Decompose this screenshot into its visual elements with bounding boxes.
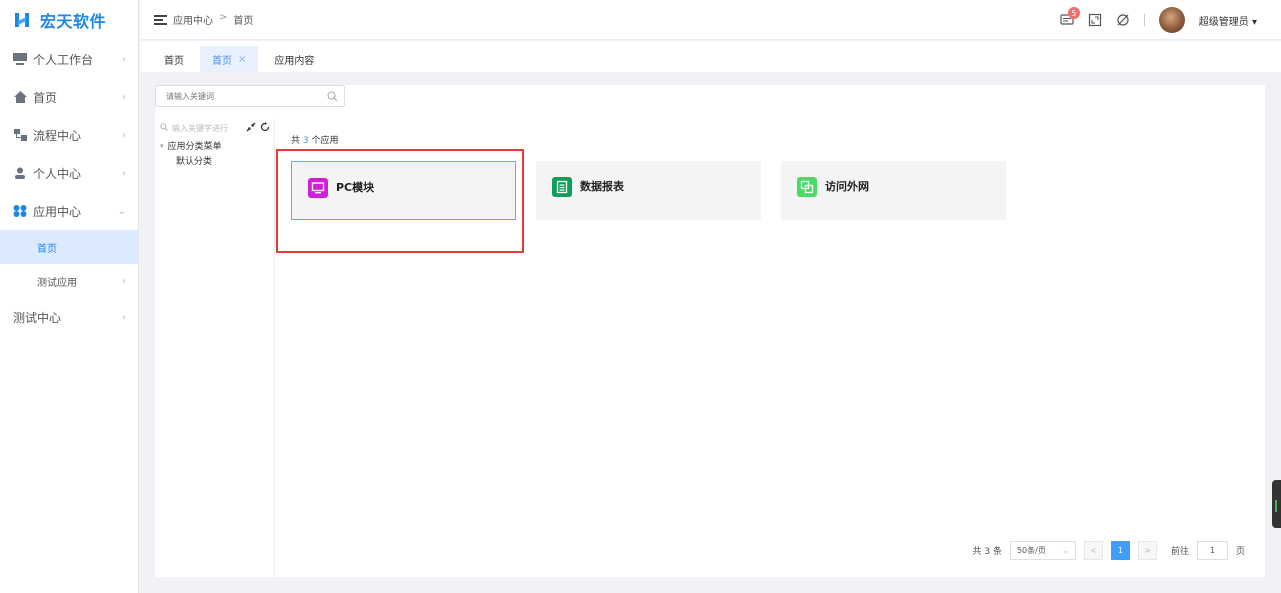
page-button[interactable]: 1 <box>1110 541 1130 560</box>
theme-icon[interactable] <box>1116 13 1130 27</box>
tree-search: 输入关键字进行 <box>155 118 274 138</box>
sidebar-item-home[interactable]: 首页 › <box>0 78 138 116</box>
flow-icon <box>13 128 27 142</box>
category-tree: 输入关键字进行 ▾ 应用分类菜单 默认分类 <box>155 118 275 577</box>
chevron-down-icon: ⌄ <box>1062 546 1069 555</box>
refresh-icon[interactable] <box>260 122 270 134</box>
tab-label: 首页 <box>212 55 232 67</box>
sidebar-item-flow[interactable]: 流程中心 › <box>0 116 138 154</box>
breadcrumb: 应用中心 > 首页 <box>173 12 253 27</box>
sidebar-item-label: 测试中心 <box>13 310 62 325</box>
tree-node-default[interactable]: 默认分类 <box>155 153 274 168</box>
close-icon[interactable]: × <box>238 54 246 65</box>
pagination: 共 3 条 50条/页 ⌄ < 1 > 前往 1 页 <box>973 541 1245 560</box>
monitor-icon <box>308 178 328 198</box>
collapse-icon[interactable] <box>246 122 256 134</box>
sidebar-item-app-center[interactable]: 应用中心 ⌄ <box>0 192 138 230</box>
sidebar-subitem-test-app[interactable]: 测试应用 › <box>0 264 138 298</box>
sidebar-item-label: 流程中心 <box>33 128 82 143</box>
sidebar: 宏天软件 个人工作台 › 首页 › 流程中心 › 个人中心 › 应用中心 ⌄ 首… <box>0 0 139 593</box>
header-actions: 5 超级管理员 ▾ <box>1060 0 1257 40</box>
chevron-right-icon: › <box>122 275 126 287</box>
tree-node-label: 应用分类菜单 <box>167 142 222 152</box>
chevron-right-icon: › <box>122 167 126 179</box>
sidebar-item-label: 首页 <box>33 90 58 105</box>
app-count: 共 3 个应用 <box>291 133 339 146</box>
count-number: 3 <box>302 136 309 146</box>
goto-suffix: 页 <box>1235 547 1245 557</box>
home-icon <box>13 90 27 104</box>
sidebar-item-test-center[interactable]: 测试中心 › <box>0 298 138 336</box>
document-icon <box>552 177 572 197</box>
monitor-icon <box>13 52 27 66</box>
app-card-external-network[interactable]: 访问外网 <box>781 161 1006 220</box>
app-card-title: PC模块 <box>336 181 375 194</box>
search-box <box>155 85 345 107</box>
sidebar-item-label: 首页 <box>37 243 57 255</box>
chevron-right-icon: › <box>122 91 126 103</box>
app-card-pc-module[interactable]: PC模块 <box>291 161 516 220</box>
tab-bar: 首页 首页 × 应用内容 <box>140 41 1281 73</box>
count-suffix: 个应用 <box>311 136 339 146</box>
fullscreen-icon[interactable] <box>1088 13 1102 27</box>
chevron-right-icon: › <box>122 53 126 65</box>
sidebar-item-personal[interactable]: 个人中心 › <box>0 154 138 192</box>
breadcrumb-separator: > <box>219 12 228 23</box>
content-panel: 输入关键字进行 ▾ 应用分类菜单 默认分类 共 3 个应用 PC模块 数据报表 … <box>155 85 1265 577</box>
chevron-right-icon: › <box>122 311 126 323</box>
copy-icon <box>797 177 817 197</box>
user-menu[interactable]: 超级管理员 ▾ <box>1199 13 1257 28</box>
top-header: 应用中心 > 首页 5 超级管理员 ▾ <box>140 0 1281 40</box>
notification-badge: 5 <box>1067 7 1080 19</box>
tree-node-root[interactable]: ▾ 应用分类菜单 <box>155 138 274 153</box>
tab-home-active[interactable]: 首页 × <box>200 46 259 72</box>
logo-icon <box>14 11 32 29</box>
tree-node-label: 默认分类 <box>176 157 213 167</box>
menu-toggle-icon[interactable] <box>154 14 167 25</box>
sidebar-item-label: 个人中心 <box>33 166 82 181</box>
sidebar-subitem-home[interactable]: 首页 <box>0 230 138 264</box>
prev-page-button[interactable]: < <box>1083 541 1103 560</box>
logo[interactable]: 宏天软件 <box>0 0 138 40</box>
tab-label: 首页 <box>164 55 184 67</box>
breadcrumb-item: 首页 <box>233 16 254 27</box>
breadcrumb-item[interactable]: 应用中心 <box>173 12 213 27</box>
chevron-right-icon: › <box>122 129 126 141</box>
avatar[interactable] <box>1158 7 1185 33</box>
sidebar-item-label: 个人工作台 <box>33 52 94 67</box>
goto-label: 前往 <box>1170 547 1189 557</box>
goto-page-input[interactable]: 1 <box>1196 541 1228 560</box>
divider <box>1143 14 1145 26</box>
message-icon[interactable]: 5 <box>1060 7 1080 27</box>
tree-search-input[interactable]: 输入关键字进行 <box>172 123 242 134</box>
search-icon[interactable] <box>327 91 338 105</box>
next-page-button[interactable]: > <box>1137 541 1157 560</box>
tab-label: 应用内容 <box>274 55 315 67</box>
app-card-data-report[interactable]: 数据报表 <box>536 161 761 220</box>
side-handle[interactable] <box>1272 480 1281 528</box>
user-name: 超级管理员 <box>1198 16 1249 28</box>
app-card-title: 访问外网 <box>825 180 869 193</box>
caret-down-icon: ▾ <box>1251 16 1257 28</box>
app-card-title: 数据报表 <box>580 180 624 193</box>
search-input[interactable] <box>166 91 316 101</box>
sidebar-item-label: 应用中心 <box>33 204 82 219</box>
page-size-select[interactable]: 50条/页 ⌄ <box>1009 541 1076 560</box>
tab-home[interactable]: 首页 <box>152 46 196 72</box>
apps-icon <box>13 204 27 218</box>
chevron-down-icon: ⌄ <box>117 205 126 217</box>
pagination-total: 共 3 条 <box>972 547 1002 557</box>
sidebar-item-label: 测试应用 <box>37 277 77 289</box>
search-icon <box>160 123 168 133</box>
count-prefix: 共 <box>291 136 301 146</box>
caret-down-icon[interactable]: ▾ <box>160 142 164 150</box>
sidebar-item-workbench[interactable]: 个人工作台 › <box>0 40 138 78</box>
user-icon <box>13 166 27 180</box>
logo-text: 宏天软件 <box>40 12 107 31</box>
page-size-value: 50条/页 <box>1016 546 1046 555</box>
tab-app-content[interactable]: 应用内容 <box>262 46 326 72</box>
